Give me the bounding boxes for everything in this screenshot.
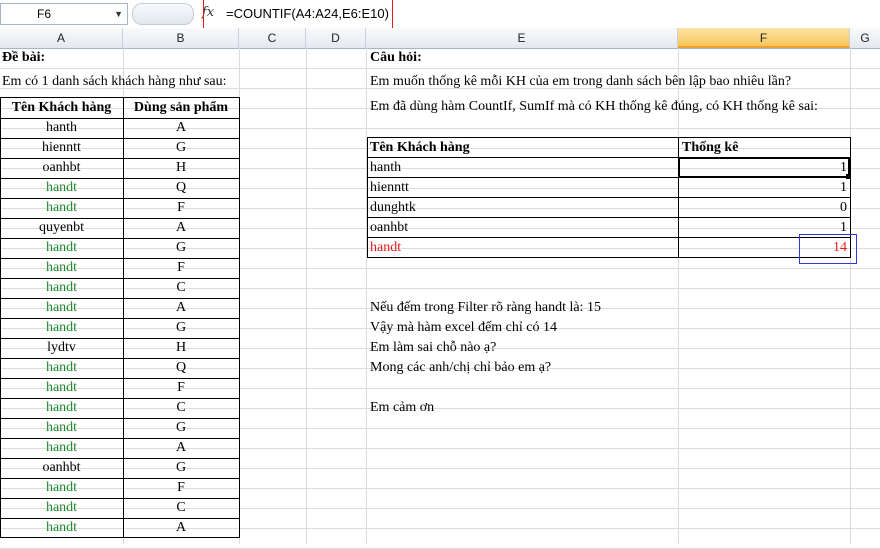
customer-name-cell[interactable]: handt (0, 398, 123, 418)
formula-buttons[interactable] (132, 3, 194, 25)
question-title: Câu hỏi: (370, 50, 422, 65)
selected-cell[interactable] (678, 157, 850, 178)
name-box[interactable]: F6 ▼ (0, 3, 128, 25)
note-line: Em làm sai chỗ nào ạ? (370, 340, 497, 355)
column-header-f[interactable]: F (678, 28, 850, 48)
product-cell[interactable]: C (123, 398, 239, 418)
product-cell[interactable]: F (123, 478, 239, 498)
column-header-a[interactable]: A (0, 28, 123, 48)
product-cell[interactable]: A (123, 118, 239, 138)
chevron-down-icon[interactable]: ▼ (114, 4, 123, 24)
customer-name-cell[interactable]: handt (0, 378, 123, 398)
customer-name-cell[interactable]: hanth (0, 118, 123, 138)
product-cell[interactable]: Q (123, 358, 239, 378)
product-cell[interactable]: C (123, 278, 239, 298)
product-cell[interactable]: G (123, 418, 239, 438)
stats-name-cell[interactable]: hienntt (370, 178, 409, 198)
product-cell[interactable]: Q (123, 178, 239, 198)
product-cell[interactable]: A (123, 438, 239, 458)
product-cell[interactable]: F (123, 258, 239, 278)
formula-bar: F6 ▼ fx =COUNTIF(A4:A24,E6:E10) (0, 0, 880, 34)
stats-count-cell[interactable]: 1 (680, 178, 847, 198)
customer-name-cell[interactable]: hienntt (0, 138, 123, 158)
customer-name-cell[interactable]: handt (0, 278, 123, 298)
product-cell[interactable]: C (123, 498, 239, 518)
customer-name-cell[interactable]: handt (0, 438, 123, 458)
note-line: Em cảm ơn (370, 400, 435, 415)
customer-name-cell[interactable]: handt (0, 518, 123, 538)
stats-name-cell[interactable]: handt (370, 238, 401, 258)
product-cell[interactable]: G (123, 458, 239, 478)
customer-name-cell[interactable]: handt (0, 318, 123, 338)
table-header-name: Tên Khách hàng (11, 100, 112, 115)
count-highlight (799, 234, 857, 264)
product-cell[interactable]: H (123, 338, 239, 358)
column-header-b[interactable]: B (123, 28, 239, 48)
question-line-2: Em đã dùng hàm CountIf, SumIf mà có KH t… (370, 99, 818, 114)
stats-name-cell[interactable]: dunghtk (370, 198, 416, 218)
question-line-1: Em muốn thống kê mỗi KH của em trong dan… (370, 74, 792, 89)
product-cell[interactable]: A (123, 518, 239, 538)
customer-name-cell[interactable]: oanhbt (0, 158, 123, 178)
customer-name-cell[interactable]: handt (0, 178, 123, 198)
product-cell[interactable]: H (123, 158, 239, 178)
product-cell[interactable]: G (123, 318, 239, 338)
note-line: Vậy mà hàm excel đếm chỉ có 14 (370, 320, 557, 335)
problem-title: Đề bài: (2, 50, 46, 65)
product-cell[interactable]: A (123, 218, 239, 238)
customer-name-cell[interactable]: handt (0, 478, 123, 498)
product-cell[interactable]: F (123, 378, 239, 398)
customer-name-cell[interactable]: handt (0, 358, 123, 378)
customer-name-cell[interactable]: lydtv (0, 338, 123, 358)
fill-handle[interactable] (846, 174, 851, 179)
note-line: Nếu đếm trong Filter rõ ràng handt là: 1… (370, 300, 601, 315)
stats-name-cell[interactable]: hanth (370, 158, 401, 178)
product-cell[interactable]: G (123, 138, 239, 158)
stats-name-cell[interactable]: oanhbt (370, 218, 408, 238)
note-line: Mong các anh/chị chỉ bảo em ạ? (370, 360, 552, 375)
customer-name-cell[interactable]: quyenbt (0, 218, 123, 238)
product-cell[interactable]: F (123, 198, 239, 218)
customer-name-cell[interactable]: handt (0, 198, 123, 218)
stats-count-cell[interactable]: 0 (680, 198, 847, 218)
customer-name-cell[interactable]: oanhbt (0, 458, 123, 478)
customer-name-cell[interactable]: handt (0, 418, 123, 438)
table-header-product: Dùng sản phẩm (133, 100, 229, 115)
stats-header-name: Tên Khách hàng (370, 140, 470, 155)
customer-name-cell[interactable]: handt (0, 238, 123, 258)
column-header-e[interactable]: E (366, 28, 678, 48)
customer-name-cell[interactable]: handt (0, 298, 123, 318)
customer-name-cell[interactable]: handt (0, 258, 123, 278)
column-header-d[interactable]: D (306, 28, 366, 48)
customer-name-cell[interactable]: handt (0, 498, 123, 518)
column-header-c[interactable]: C (239, 28, 306, 48)
product-cell[interactable]: G (123, 238, 239, 258)
column-headers: A B C D E F G (0, 28, 880, 49)
problem-subtitle: Em có 1 danh sách khách hàng như sau: (2, 74, 227, 89)
product-cell[interactable]: A (123, 298, 239, 318)
column-header-g[interactable]: G (850, 28, 880, 48)
stats-header-count: Thống kê (682, 140, 739, 155)
name-box-value: F6 (37, 7, 52, 21)
